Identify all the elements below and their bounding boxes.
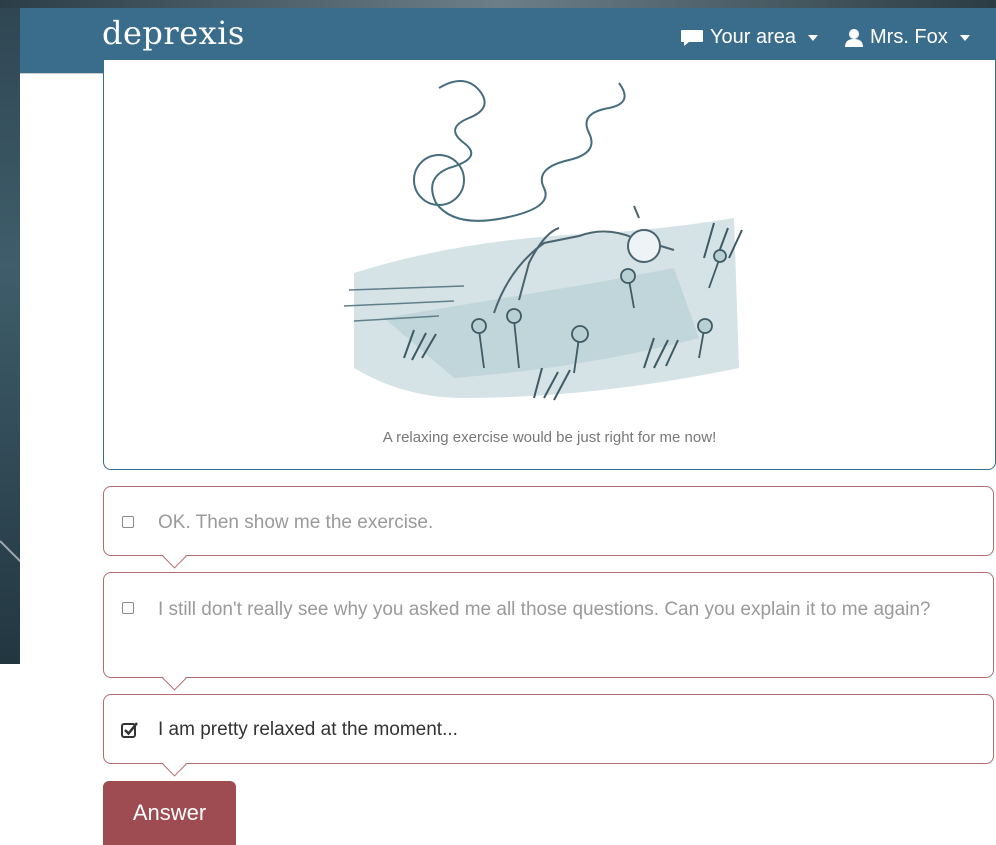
user-name-label: Mrs. Fox xyxy=(870,26,948,48)
dialog-message-card: A relaxing exercise would be just right … xyxy=(103,60,996,470)
checkbox-empty-icon[interactable] xyxy=(122,602,134,614)
message-caption: A relaxing exercise would be just right … xyxy=(382,429,717,446)
chat-bubble-icon xyxy=(681,29,703,46)
answer-option-label: I am pretty relaxed at the moment... xyxy=(158,719,458,740)
caret-down-icon xyxy=(959,34,970,41)
answer-button[interactable]: Answer xyxy=(103,781,236,845)
answer-option-show-exercise[interactable]: OK. Then show me the exercise. xyxy=(103,486,994,569)
checkbox-empty-icon[interactable] xyxy=(122,516,134,528)
checked-box-icon[interactable] xyxy=(121,721,139,739)
caret-down-icon xyxy=(808,34,818,41)
answer-option-label: OK. Then show me the exercise. xyxy=(158,512,434,533)
person-icon xyxy=(845,28,863,47)
user-menu-dropdown[interactable]: Mrs. Fox xyxy=(844,26,970,49)
answer-option-label: I still don't really see why you asked m… xyxy=(158,599,931,620)
relaxing-person-illustration xyxy=(344,80,743,401)
your-area-dropdown[interactable]: Your area xyxy=(680,26,818,49)
desktop-background xyxy=(0,0,20,664)
desktop-background-top xyxy=(0,0,996,8)
answer-option-explain-again[interactable]: I still don't really see why you asked m… xyxy=(103,572,994,691)
answer-option-relaxed[interactable]: I am pretty relaxed at the moment... xyxy=(103,694,994,777)
your-area-label: Your area xyxy=(710,26,796,48)
brand-logo[interactable]: deprexis xyxy=(102,14,245,52)
